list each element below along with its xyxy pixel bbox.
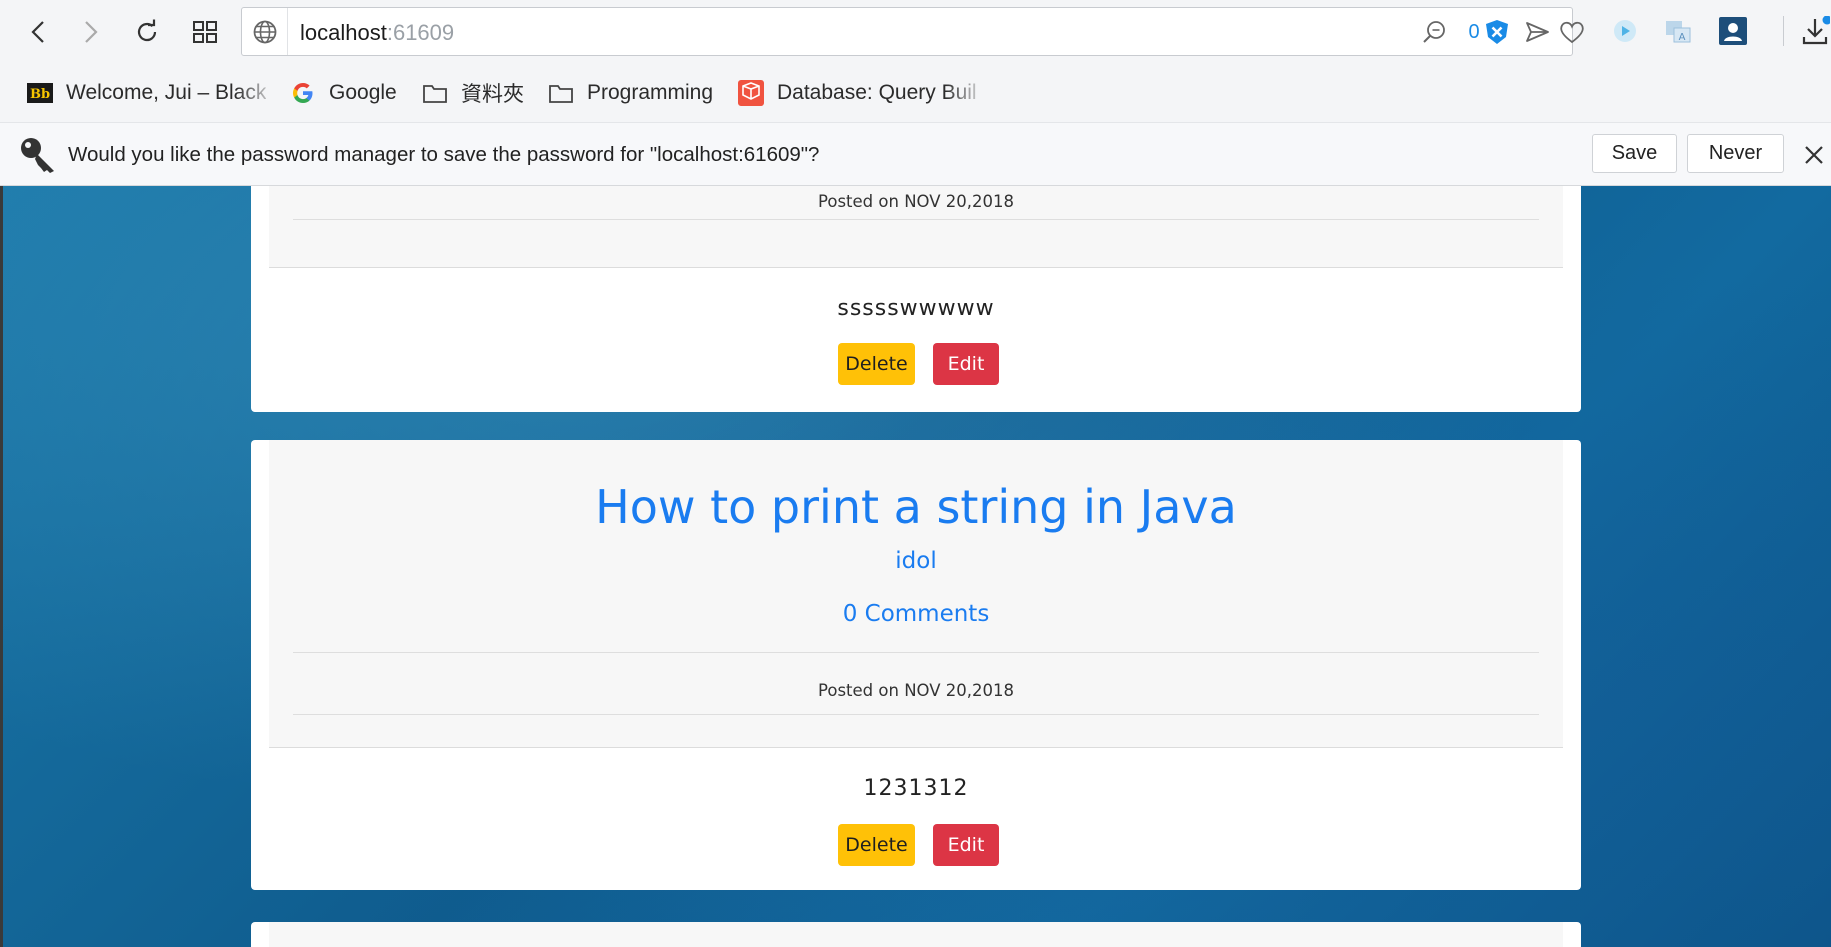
post-card-header: How to print a string in Java idol 0 Com… bbox=[269, 440, 1563, 748]
bookmark-label: Welcome, Jui – Blackb bbox=[66, 81, 266, 104]
bookmark-folder-programming[interactable]: Programming bbox=[547, 76, 727, 110]
svg-text:Bb: Bb bbox=[30, 87, 50, 102]
extension-play-icon[interactable] bbox=[1608, 14, 1642, 48]
download-icon[interactable] bbox=[1798, 14, 1831, 48]
divider bbox=[293, 652, 1539, 653]
post-card-header bbox=[269, 922, 1563, 947]
bookmark-laravel-docs[interactable]: Database: Query Builc bbox=[737, 76, 977, 110]
speed-dial-button[interactable] bbox=[185, 12, 225, 52]
reload-button[interactable] bbox=[127, 12, 167, 52]
laravel-icon bbox=[737, 79, 765, 107]
bookmark-label: Database: Query Builc bbox=[777, 81, 977, 104]
toolbar-separator bbox=[1783, 16, 1784, 46]
grid-icon bbox=[193, 21, 217, 43]
post-body: 1231312 bbox=[863, 776, 969, 801]
delete-button[interactable]: Delete bbox=[838, 343, 915, 385]
blackboard-icon: Bb bbox=[26, 79, 54, 107]
close-icon[interactable] bbox=[1800, 141, 1828, 169]
bookmark-label: Google bbox=[329, 81, 397, 104]
blocked-count: 0 bbox=[1468, 20, 1480, 43]
key-icon bbox=[21, 138, 54, 173]
divider bbox=[293, 714, 1539, 715]
folder-icon bbox=[421, 79, 449, 107]
comments-link[interactable]: 0 Comments bbox=[269, 601, 1563, 627]
forward-arrow-icon bbox=[85, 21, 98, 43]
search-page-icon[interactable] bbox=[1420, 18, 1448, 46]
extension-translate-icon[interactable]: A bbox=[1661, 14, 1695, 48]
extension-contacts-icon[interactable] bbox=[1716, 14, 1750, 48]
forward-button[interactable] bbox=[70, 12, 110, 52]
page-viewport: Posted on NOV 20,2018 ssssswwwww Delete … bbox=[3, 186, 1831, 947]
bookmark-label: Programming bbox=[587, 81, 714, 104]
posted-date: Posted on NOV 20,2018 bbox=[818, 192, 1014, 211]
reload-icon bbox=[137, 19, 157, 42]
post-card: Posted on NOV 20,2018 ssssswwwww Delete … bbox=[251, 186, 1581, 412]
heart-bookmark-icon[interactable] bbox=[1556, 18, 1588, 46]
password-manager-bar: Would you like the password manager to s… bbox=[0, 122, 1831, 186]
send-icon[interactable] bbox=[1522, 18, 1552, 46]
bookmark-label: 資料夾 bbox=[461, 83, 524, 106]
delete-button[interactable]: Delete bbox=[838, 824, 915, 866]
bookmark-blackboard[interactable]: Bb Welcome, Jui – Blackb bbox=[26, 76, 266, 110]
bookmarks-bar: Bb Welcome, Jui – Blackb Google 資料夾 Prog… bbox=[0, 64, 1831, 122]
bookmark-google[interactable]: Google bbox=[289, 76, 409, 110]
svg-text:A: A bbox=[1679, 32, 1686, 43]
ad-blocker-button[interactable]: 0 bbox=[1462, 18, 1516, 46]
folder-icon bbox=[547, 79, 575, 107]
ad-block-shield-icon bbox=[1485, 20, 1508, 44]
edit-button[interactable]: Edit bbox=[933, 824, 999, 866]
bookmark-folder-1[interactable]: 資料夾 bbox=[421, 76, 541, 110]
url-host: localhost bbox=[300, 20, 387, 45]
save-password-button[interactable]: Save bbox=[1592, 134, 1677, 173]
post-author[interactable]: idol bbox=[269, 548, 1563, 574]
posted-date: Posted on NOV 20,2018 bbox=[818, 681, 1014, 700]
post-card: How to print a string in Java idol 0 Com… bbox=[251, 440, 1581, 890]
back-arrow-icon bbox=[31, 21, 44, 43]
edit-button[interactable]: Edit bbox=[933, 343, 999, 385]
browser-toolbar: localhost:61609 0 A bbox=[0, 0, 1831, 64]
divider bbox=[293, 219, 1539, 220]
post-card bbox=[251, 922, 1581, 947]
address-url[interactable]: localhost:61609 bbox=[300, 20, 454, 46]
globe-icon bbox=[242, 8, 288, 55]
url-port: :61609 bbox=[386, 20, 455, 45]
back-button[interactable] bbox=[19, 12, 59, 52]
post-title[interactable]: How to print a string in Java bbox=[269, 480, 1563, 534]
post-card-header: Posted on NOV 20,2018 bbox=[269, 186, 1563, 268]
post-body: ssssswwwww bbox=[837, 296, 995, 321]
address-bar[interactable]: localhost:61609 0 bbox=[241, 7, 1584, 56]
google-icon bbox=[289, 79, 317, 107]
password-prompt-message: Would you like the password manager to s… bbox=[68, 143, 820, 166]
never-save-button[interactable]: Never bbox=[1687, 134, 1784, 173]
